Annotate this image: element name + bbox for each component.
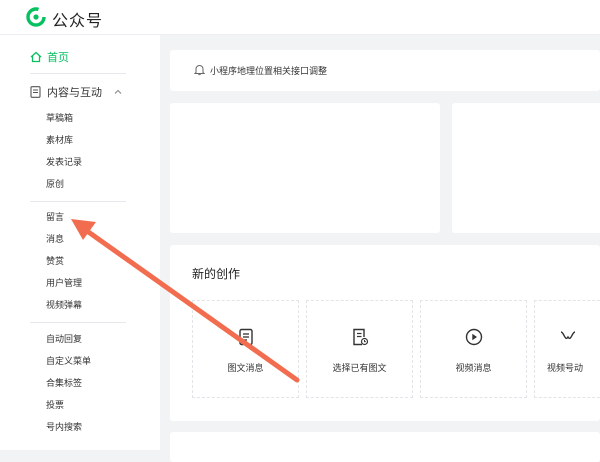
sidebar-item-comments[interactable]: 留言 [46,212,64,224]
select-existing-article-label: 选择已有图文 [332,364,387,374]
overview-card [170,103,440,233]
sidebar-item-publish-records[interactable]: 发表记录 [46,157,82,169]
home-icon [30,51,42,63]
document-icon [30,86,41,98]
create-article-label: 图文消息 [227,364,264,374]
sidebar-group-label: 内容与互动 [47,86,102,99]
sidebar-item-messages[interactable]: 消息 [46,234,64,246]
notice-bar[interactable]: 小程序地理位置相关接口调整 [170,50,600,91]
sidebar-item-video-danmaku[interactable]: 视频弹幕 [46,300,82,312]
play-icon [465,328,482,346]
chevron-up-icon[interactable] [113,87,123,97]
sidebar-item-users[interactable]: 用户管理 [46,278,82,290]
article-icon [238,328,253,346]
create-panel: 新的创作 图文消息 选择已有图文 视频消息 视频号动 [170,245,600,421]
create-channels-button[interactable]: 视频号动 [534,300,600,398]
sidebar-divider [30,201,126,202]
create-title: 新的创作 [192,267,241,281]
sidebar-item-drafts[interactable]: 草稿箱 [46,113,73,125]
sidebar-item-rewards[interactable]: 赞赏 [46,256,64,268]
sidebar-item-home-label: 首页 [47,51,69,64]
create-channels-label: 视频号动 [547,364,584,374]
bell-icon [194,65,205,76]
create-article-button[interactable]: 图文消息 [192,300,299,398]
sidebar-item-collection-tags[interactable]: 合集标签 [46,378,82,390]
create-video-label: 视频消息 [455,364,492,374]
top-bar: 公众号 [0,0,600,35]
sidebar-item-home[interactable]: 首页 [30,49,69,65]
existing-article-icon [352,328,368,346]
sidebar-group-content[interactable]: 内容与互动 [30,84,125,100]
select-existing-article-button[interactable]: 选择已有图文 [306,300,413,398]
sidebar: 首页 内容与互动 草稿箱 素材库 发表记录 原创 留言 消息 赞赏 用户管理 视… [0,35,160,450]
notice-text: 小程序地理位置相关接口调整 [210,67,328,77]
sidebar-divider [30,322,126,323]
create-video-button[interactable]: 视频消息 [420,300,527,398]
sidebar-item-materials[interactable]: 素材库 [46,135,73,147]
sidebar-item-original[interactable]: 原创 [46,179,64,191]
channels-icon [560,331,576,340]
overview-card-secondary [452,103,600,233]
sidebar-item-search[interactable]: 号内搜索 [46,422,82,434]
app-title: 公众号 [52,11,104,30]
main-content: 小程序地理位置相关接口调整 新的创作 图文消息 选择已有图文 视频消息 视频号动 [170,35,600,462]
sidebar-divider [30,73,126,74]
sidebar-item-custom-menu[interactable]: 自定义菜单 [46,356,91,368]
sidebar-item-vote[interactable]: 投票 [46,400,64,412]
logo-icon [26,7,46,27]
sidebar-item-auto-reply[interactable]: 自动回复 [46,334,82,346]
bottom-card [170,432,600,462]
